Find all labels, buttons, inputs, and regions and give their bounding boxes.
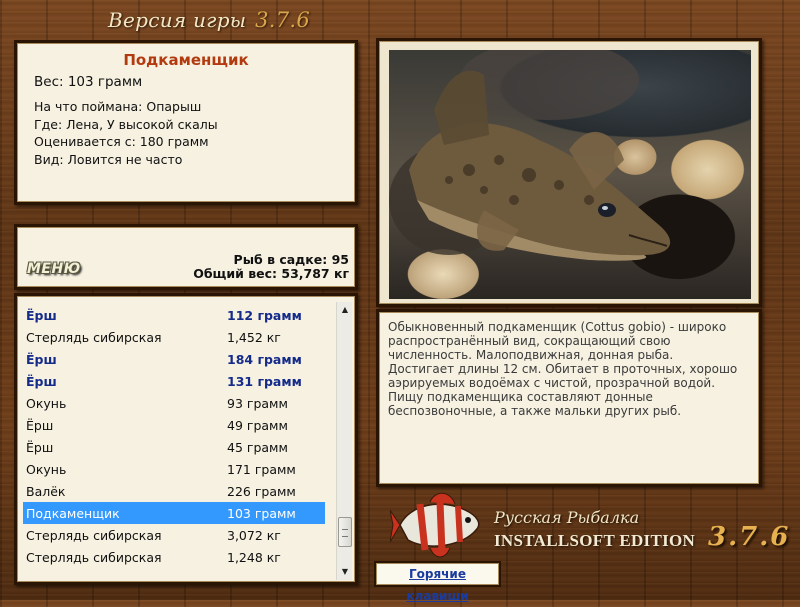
catch-list-row[interactable]: Окунь 171 грамм: [23, 458, 325, 480]
row-fish-name: Ёрш: [26, 352, 57, 367]
value-line: Оценивается с: 180 грамм: [34, 134, 209, 149]
fish-logo-icon: [390, 492, 480, 558]
version-number: 3.7.6: [255, 8, 311, 32]
row-fish-weight: 1,452 кг: [227, 330, 281, 345]
row-fish-name: Стерлядь сибирская: [26, 550, 162, 565]
brand-block: Русская Рыбалка INSTALLSOFT EDITION 3.7.…: [390, 490, 795, 560]
row-fish-name: Валёк: [26, 484, 66, 499]
row-fish-weight: 226 грамм: [227, 484, 296, 499]
row-fish-weight: 112 грамм: [227, 308, 302, 323]
arrow-down-icon[interactable]: ▼: [337, 564, 353, 580]
catch-list-row[interactable]: Окунь 93 грамм: [23, 392, 325, 414]
catch-list-row[interactable]: Ёрш 45 грамм: [23, 436, 325, 458]
fish-description-panel: Обыкновенный подкаменщик (Cottus gobio) …: [376, 309, 762, 487]
catch-list-row[interactable]: Ёрш 49 грамм: [23, 414, 325, 436]
catch-details: На что поймана: Опарыш Где: Лена, У высо…: [34, 98, 218, 168]
fish-photo: [389, 50, 751, 299]
catch-list-row[interactable]: Ёрш 112 грамм: [23, 304, 325, 326]
catch-list-row[interactable]: Стерлядь сибирская 3,072 кг: [23, 524, 325, 546]
version-label: Версия игры: [108, 8, 247, 32]
catch-list-row[interactable]: Ёрш 131 грамм: [23, 370, 325, 392]
brand-edition: INSTALLSOFT EDITION: [494, 531, 696, 550]
row-fish-name: Окунь: [26, 396, 67, 411]
description-line: Достигает длины 12 см. Обитает в проточн…: [388, 362, 738, 376]
catch-list-panel: Ёрш 112 грамм Стерлядь сибирская 1,452 кг Ёр…: [14, 293, 358, 585]
fish-description: Обыкновенный подкаменщик (Cottus gobio) …: [388, 320, 751, 418]
description-line: аэрируемых водоёмах с чистой, прозрачной…: [388, 376, 716, 390]
arrow-up-icon[interactable]: ▲: [337, 302, 353, 318]
brand-name: Русская Рыбалка: [494, 508, 640, 527]
sculpin-photo-icon: [389, 50, 671, 261]
description-line: беспозвоночные, а также мальки других ры…: [388, 404, 682, 418]
description-line: численность. Малоподвижная, донная рыба.: [388, 348, 674, 362]
catch-totals: Рыб в садке: 95 Общий вес: 53,787 кг: [193, 253, 349, 281]
row-fish-weight: 45 грамм: [227, 440, 288, 455]
row-fish-name: Стерлядь сибирская: [26, 528, 162, 543]
menu-button[interactable]: МЕНЮ: [27, 261, 87, 281]
game-version-title: Версия игры 3.7.6: [108, 8, 310, 38]
row-fish-name: Ёрш: [26, 374, 57, 389]
row-fish-name: Окунь: [26, 462, 67, 477]
fish-count: Рыб в садке: 95: [233, 252, 349, 267]
row-fish-weight: 131 грамм: [227, 374, 302, 389]
catch-stats-panel: МЕНЮ Рыб в садке: 95 Общий вес: 53,787 к…: [14, 224, 358, 290]
row-fish-name: Ёрш: [26, 440, 54, 455]
brand-version: 3.7.6: [708, 522, 791, 552]
catch-info-panel: Подкаменщик Вес: 103 грамм На что пойман…: [14, 40, 358, 205]
catch-list-row[interactable]: Стерлядь сибирская 1,452 кг: [23, 326, 325, 348]
total-weight: Общий вес: 53,787 кг: [193, 266, 349, 281]
fish-name: Подкаменщик: [123, 51, 249, 69]
catch-list: Ёрш 112 грамм Стерлядь сибирская 1,452 кг Ёр…: [23, 304, 325, 568]
row-fish-name: Ёрш: [26, 308, 57, 323]
row-fish-weight: 184 грамм: [227, 352, 302, 367]
description-line: Обыкновенный подкаменщик (Cottus gobio) …: [388, 320, 727, 334]
scrollbar-thumb[interactable]: [338, 517, 352, 547]
row-fish-weight: 93 грамм: [227, 396, 288, 411]
kind-line: Вид: Ловится не часто: [34, 151, 183, 167]
catch-list-scrollbar[interactable]: ▲ ▼: [336, 302, 352, 580]
row-fish-weight: 103 грамм: [227, 506, 296, 521]
hotkeys-button[interactable]: Горячие клавиши: [374, 561, 501, 603]
row-fish-weight: 1,248 кг: [227, 550, 281, 565]
fish-weight: Вес: 103 грамм: [34, 74, 143, 90]
catch-list-row[interactable]: Ёрш 184 грамм: [23, 348, 325, 370]
row-fish-weight: 49 грамм: [227, 418, 288, 433]
catch-list-row[interactable]: Валёк 226 грамм: [23, 480, 325, 502]
bait-line: На что поймана: Опарыш: [34, 99, 202, 114]
row-fish-name: Ёрш: [26, 418, 54, 433]
place-line: Где: Лена, У высокой скалы: [34, 116, 218, 132]
description-line: распространённый вид, сокращающий свою: [388, 334, 671, 348]
row-fish-weight: 3,072 кг: [227, 528, 281, 543]
row-fish-name: Подкаменщик: [26, 506, 120, 521]
row-fish-weight: 171 грамм: [227, 462, 296, 477]
catch-list-row[interactable]: Стерлядь сибирская 1,248 кг: [23, 546, 325, 568]
fish-photo-panel: [376, 38, 762, 307]
row-fish-name: Стерлядь сибирская: [26, 330, 162, 345]
description-line: Пищу подкаменщика составляют донные: [388, 390, 653, 404]
catch-list-row[interactable]: Подкаменщик 103 грамм: [23, 502, 325, 524]
